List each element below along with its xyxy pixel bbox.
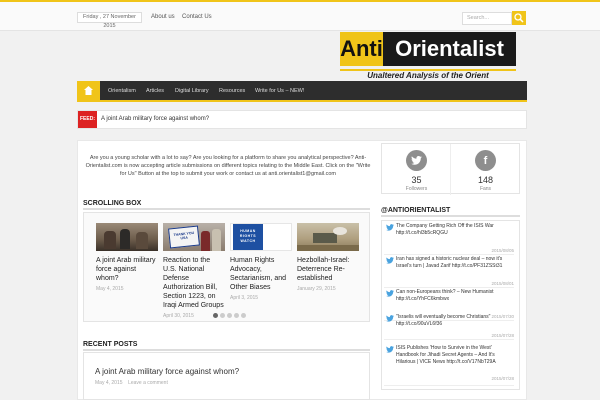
carousel-thumbnail [96,223,158,251]
twitter-bird-icon [386,315,394,322]
logo-anti: Anti [340,32,383,66]
twitter-label: Followers [405,186,428,192]
nav-item-resources[interactable]: Resources [219,88,245,94]
facebook-counter[interactable]: f 148 Fans [451,144,520,195]
nav-item-orientalism[interactable]: Orientalism [108,88,136,94]
site-logo[interactable]: Anti Orientalist Unaltered Analysis of t… [337,32,520,80]
tweet-text: ISIS Publishes 'How to Survive in the We… [396,345,496,365]
thumb-hrw-text: HUMAN RIGHTS WATCH [239,229,257,243]
twitter-bird-icon [386,224,394,231]
twitter-icon [406,150,427,171]
search-input[interactable]: Search... [462,12,512,25]
recent-post-date: May 4, 2015 [95,380,123,386]
social-counter: 35 Followers f 148 Fans [381,143,520,195]
carousel-thumbnail: HUMAN RIGHTS WATCH [230,223,292,251]
facebook-icon: f [475,150,496,171]
recent-posts-title: RECENT POSTS [83,341,138,348]
contact-us-link[interactable]: Contact Us [182,14,212,20]
tweet-item[interactable]: ISIS Publishes 'How to Survive in the We… [384,344,514,386]
carousel-dot[interactable] [234,313,239,318]
carousel-item-title: Human Rights Advocacy, Sectarianism, and… [230,257,287,291]
carousel-item[interactable]: THANK YOU USA Reaction to the U.S. Natio… [163,223,225,319]
carousel-item-title: A joint Arab military force against whom… [96,257,156,282]
nav-item-write-for-us[interactable]: Write for Us – NEW! [255,88,304,94]
home-button[interactable] [77,81,100,100]
carousel-dot[interactable] [220,313,225,318]
news-ticker: FEED: A joint Arab military force agains… [77,110,527,129]
search-button[interactable] [512,11,526,25]
carousel-dot[interactable] [213,313,218,318]
tweet-item[interactable]: Iran has signed a historic nuclear deal … [384,255,514,288]
twitter-bird-icon [386,346,394,353]
top-bar: Friday , 27 November 2015 About us Conta… [0,0,600,31]
recent-post-title[interactable]: A joint Arab military force against whom… [95,367,239,376]
tweet-text: Iran has signed a historic nuclear deal … [396,256,503,269]
tweet-item[interactable]: The Company Getting Rich Off the ISIS Wa… [384,222,514,255]
nav-item-digital-library[interactable]: Digital Library [175,88,209,94]
scrolling-box-header: SCROLLING BOX [83,198,370,210]
tweet-date: 2015/08/05 [491,248,514,253]
feed-label: FEED: [78,111,97,128]
twitter-bird-icon [386,290,394,297]
twitter-bird-icon [386,257,394,264]
nav-item-articles[interactable]: Articles [146,88,164,94]
home-icon [84,86,93,95]
main-nav: Orientalism Articles Digital Library Res… [77,81,527,102]
carousel-item[interactable]: HUMAN RIGHTS WATCH Human Rights Advocacy… [230,223,292,301]
tweet-date: 2015/07/28 [491,376,514,381]
carousel-thumbnail: THANK YOU USA [163,223,225,251]
facebook-label: Fans [479,186,492,192]
twitter-counter[interactable]: 35 Followers [382,144,451,195]
carousel-dot[interactable] [227,313,232,318]
carousel-thumbnail [297,223,359,251]
carousel-item-date: April 3, 2015 [230,295,259,301]
carousel-dot[interactable] [241,313,246,318]
carousel-item-title: Reaction to the U.S. National Defense Au… [163,257,224,309]
search-icon [514,13,524,23]
recent-post-comment-link[interactable]: Leave a comment [128,380,168,386]
twitter-feed-title: @ANTIORIENTALIST [381,207,451,214]
twitter-count: 35 [411,175,422,185]
carousel-item[interactable]: A joint Arab military force against whom… [96,223,158,292]
scrolling-box-title: SCROLLING BOX [83,200,142,207]
recent-posts-box [83,352,370,400]
about-us-link[interactable]: About us [151,14,175,20]
feed-link[interactable]: A joint Arab military force against whom… [101,116,209,122]
carousel-item-date: May 4, 2015 [96,286,124,292]
facebook-count: 148 [477,175,494,185]
tweet-item[interactable]: "Israelis will eventually become Christi… [384,313,514,340]
recent-post-meta: May 4, 2015 Leave a comment [95,380,168,386]
tweet-date: 2015/07/28 [491,333,514,338]
carousel-item[interactable]: Hezbollah-Israel: Deterrence Re-establis… [297,223,359,292]
tweet-text: Can non-Europeans think? – New Humanist … [396,289,494,302]
current-date: Friday , 27 November 2015 [77,12,142,29]
logo-orientalist: Orientalist [383,32,516,66]
tweet-text: The Company Getting Rich Off the ISIS Wa… [396,223,494,236]
carousel-item-title: Hezbollah-Israel: Deterrence Re-establis… [297,257,350,282]
tweet-text: "Israelis will eventually become Christi… [396,314,491,327]
recent-posts-header: RECENT POSTS [83,339,370,351]
carousel-pagination [213,313,246,318]
twitter-feed-header: @ANTIORIENTALIST [381,205,520,217]
tweet-date: 2015/08/01 [491,281,514,286]
intro-text: Are you a young scholar with a lot to sa… [85,155,371,177]
carousel-item-date: January 29, 2015 [297,286,336,292]
logo-tagline: Unaltered Analysis of the Orient [340,69,516,80]
